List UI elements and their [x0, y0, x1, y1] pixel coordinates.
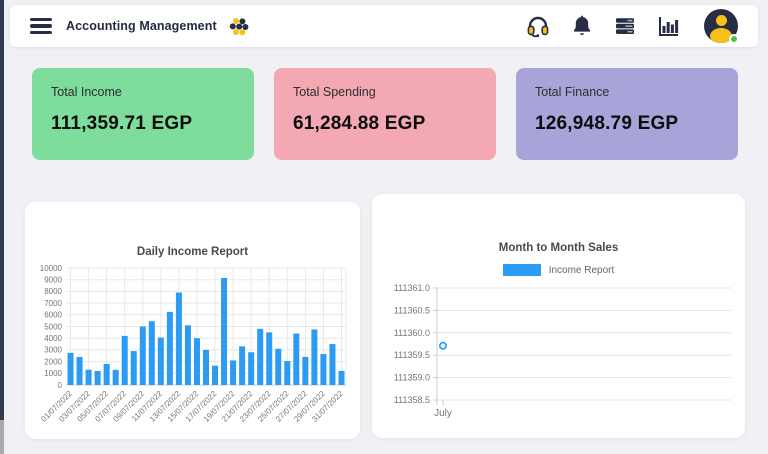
bar: [157, 338, 163, 385]
card-value: 111,359.71 EGP: [51, 113, 235, 135]
svg-text:0: 0: [57, 381, 62, 390]
online-status-dot: [729, 34, 739, 44]
bar-chart-icon[interactable]: [656, 14, 681, 39]
svg-text:111358.5: 111358.5: [393, 395, 429, 405]
bar: [329, 344, 335, 385]
bar: [230, 360, 236, 385]
svg-text:111360.5: 111360.5: [393, 305, 429, 315]
bar: [311, 329, 317, 385]
bar: [148, 321, 154, 385]
bar: [85, 370, 91, 385]
bar: [275, 349, 281, 385]
total-spending-card: Total Spending 61,284.88 EGP: [274, 68, 496, 160]
svg-text:July: July: [434, 408, 452, 419]
daily-income-chart: 0 1000 2000 3000 4000 5000 6000 7000 8000 9000 100…: [28, 262, 358, 437]
svg-text:3000: 3000: [44, 346, 62, 355]
bar: [239, 346, 245, 385]
bar: [184, 325, 190, 385]
data-point: [439, 343, 445, 349]
top-navbar: Accounting Management: [10, 5, 758, 47]
hamburger-icon[interactable]: [30, 18, 52, 34]
svg-text:5000: 5000: [44, 322, 62, 331]
bar: [257, 329, 263, 385]
bar: [248, 352, 254, 385]
svg-text:9000: 9000: [44, 276, 62, 285]
svg-text:4000: 4000: [44, 334, 62, 343]
sidebar-scroll-thumb: [0, 420, 4, 454]
daily-income-chart-card: Daily Income Report 0 1000 2000 3000 4000 500…: [25, 202, 360, 439]
bar: [221, 278, 227, 385]
bar: [266, 332, 272, 385]
bar: [338, 371, 344, 385]
svg-text:1000: 1000: [44, 369, 62, 378]
svg-text:111359.0: 111359.0: [393, 373, 429, 383]
bar: [121, 336, 127, 385]
total-finance-card: Total Finance 126,948.79 EGP: [516, 68, 738, 160]
svg-text:111361.0: 111361.0: [393, 284, 429, 293]
card-label: Total Income: [51, 85, 235, 99]
app-title: Accounting Management: [66, 19, 217, 33]
svg-text:8000: 8000: [44, 287, 62, 296]
svg-text:7000: 7000: [44, 299, 62, 308]
bar: [94, 371, 100, 385]
bar: [203, 350, 209, 385]
bar: [293, 334, 299, 385]
dots-cluster-logo: [227, 14, 251, 38]
bar: [320, 354, 326, 385]
card-label: Total Spending: [293, 85, 477, 99]
chart-title: Daily Income Report: [25, 246, 360, 258]
queue-icon[interactable]: [613, 14, 637, 38]
total-income-card: Total Income 111,359.71 EGP: [32, 68, 254, 160]
month-sales-chart: 111361.0 111360.5 111360.0 111359.5 111359.0…: [379, 284, 739, 419]
chart-legend: Income Report: [372, 264, 745, 276]
svg-text:6000: 6000: [44, 311, 62, 320]
bar: [175, 293, 181, 385]
headset-icon[interactable]: [525, 13, 551, 39]
avatar[interactable]: [704, 9, 738, 43]
card-value: 61,284.88 EGP: [293, 113, 477, 135]
bell-icon[interactable]: [570, 14, 594, 38]
bar: [76, 357, 82, 385]
bar: [284, 361, 290, 385]
bar: [166, 312, 172, 385]
svg-text:2000: 2000: [44, 357, 62, 366]
legend-swatch: [503, 264, 541, 276]
bar: [193, 338, 199, 385]
card-label: Total Finance: [535, 85, 719, 99]
bar: [67, 353, 73, 385]
svg-text:111359.5: 111359.5: [393, 350, 429, 360]
collapsed-sidebar-edge: [0, 0, 4, 420]
svg-text:10000: 10000: [39, 264, 62, 273]
bar: [130, 351, 136, 385]
summary-cards: Total Income 111,359.71 EGP Total Spendi…: [32, 68, 738, 160]
card-value: 126,948.79 EGP: [535, 113, 719, 135]
bar: [302, 357, 308, 385]
bar: [103, 364, 109, 385]
month-sales-chart-card: Month to Month Sales Income Report 11136…: [372, 194, 745, 438]
legend-label: Income Report: [549, 265, 615, 276]
chart-title: Month to Month Sales: [372, 242, 745, 254]
bar: [139, 327, 145, 386]
bar: [212, 366, 218, 385]
bar: [112, 370, 118, 385]
svg-text:111360.0: 111360.0: [393, 328, 429, 338]
